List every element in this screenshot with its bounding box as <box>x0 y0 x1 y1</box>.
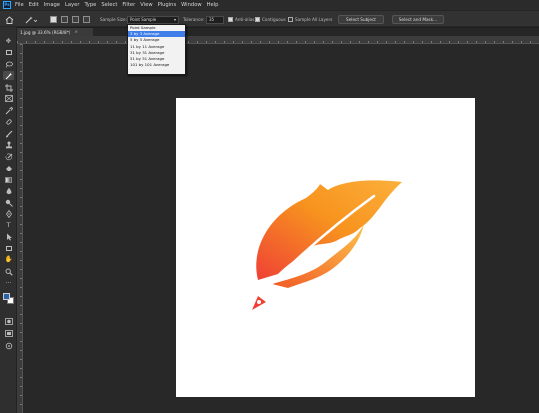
select-subject-label: Select Subject <box>346 17 376 22</box>
screen-mode-icon[interactable] <box>3 329 14 338</box>
frame-tool-icon[interactable] <box>3 94 14 103</box>
zoom-tool-icon[interactable] <box>3 267 14 276</box>
contiguous-checkbox[interactable]: Contiguous <box>255 11 286 28</box>
select-and-mask-label: Select and Mask... <box>398 17 438 22</box>
dropdown-option-101x101[interactable]: 101 by 101 Average <box>128 62 185 68</box>
feather-nib-hole <box>257 300 261 304</box>
subtract-from-selection-icon[interactable] <box>72 11 79 28</box>
marquee-tool-icon[interactable] <box>3 48 14 57</box>
menu-image[interactable]: Image <box>44 2 60 8</box>
chevron-down-icon: ▾ <box>173 17 176 22</box>
magic-wand-tool-icon[interactable] <box>3 71 14 80</box>
add-to-selection-icon[interactable] <box>61 11 68 28</box>
sample-all-layers-checkbox[interactable]: Sample All Layers <box>288 11 332 28</box>
crop-tool-icon[interactable] <box>3 83 14 92</box>
menu-help[interactable]: Help <box>207 2 219 8</box>
sample-size-label: Sample Size: <box>100 17 128 22</box>
clone-stamp-tool-icon[interactable] <box>3 140 14 149</box>
path-selection-tool-icon[interactable] <box>3 232 14 241</box>
document-tab[interactable]: 1.jpg @ 33.6% (RGB/8*) × <box>17 28 93 36</box>
horizontal-ruler[interactable] <box>17 36 539 44</box>
menu-select[interactable]: Select <box>101 2 117 8</box>
lasso-tool-icon[interactable] <box>3 60 14 69</box>
checkbox-checked-icon <box>255 17 260 22</box>
select-subject-button[interactable]: Select Subject <box>338 15 384 24</box>
tolerance-label: Tolerance: <box>183 17 205 22</box>
checkbox-unchecked-icon <box>288 17 293 22</box>
blur-tool-icon[interactable] <box>3 186 14 195</box>
hand-tool-icon[interactable]: ✋ <box>3 255 14 264</box>
menu-filter[interactable]: Filter <box>122 2 135 8</box>
menu-view[interactable]: View <box>140 2 152 8</box>
feather-artwork <box>252 180 402 310</box>
document-tab-title: 1.jpg @ 33.6% (RGB/8*) <box>20 29 71 35</box>
dodge-tool-icon[interactable] <box>3 198 14 207</box>
gradient-tool-icon[interactable] <box>3 175 14 184</box>
healing-brush-tool-icon[interactable] <box>3 117 14 126</box>
color-swatches[interactable] <box>3 290 14 306</box>
intersect-selection-icon[interactable] <box>83 11 90 28</box>
magic-wand-preset-icon[interactable] <box>25 11 37 28</box>
photoshop-logo-icon[interactable]: Ps <box>3 1 11 9</box>
foreground-color-swatch[interactable] <box>3 293 10 300</box>
anti-alias-checkbox[interactable]: Anti-alias <box>228 11 254 28</box>
options-bar: Sample Size: Point Sample ▾ Tolerance: 3… <box>0 10 539 27</box>
edit-toolbar-icon[interactable] <box>3 341 14 350</box>
rectangle-tool-icon[interactable] <box>3 244 14 253</box>
eyedropper-tool-icon[interactable] <box>3 106 14 115</box>
history-brush-tool-icon[interactable] <box>3 152 14 161</box>
type-tool-icon[interactable]: T <box>3 221 14 230</box>
more-tools-icon[interactable]: ··· <box>3 279 14 288</box>
menu-file[interactable]: File <box>15 2 24 8</box>
close-icon[interactable]: × <box>74 30 78 35</box>
checkbox-checked-icon <box>228 17 233 22</box>
quick-mask-icon[interactable] <box>3 317 14 326</box>
tolerance-value: 35 <box>209 17 215 22</box>
new-selection-icon[interactable] <box>50 11 57 28</box>
anti-alias-label: Anti-alias <box>235 17 255 22</box>
menu-plugins[interactable]: Plugins <box>158 2 177 8</box>
menu-layer[interactable]: Layer <box>65 2 79 8</box>
home-icon[interactable] <box>5 11 14 28</box>
eraser-tool-icon[interactable] <box>3 163 14 172</box>
contiguous-label: Contiguous <box>262 17 286 22</box>
menu-edit[interactable]: Edit <box>29 2 39 8</box>
menu-bar: Ps File Edit Image Layer Type Select Fil… <box>0 0 539 10</box>
move-tool-icon[interactable]: ✥ <box>3 37 14 46</box>
sample-size-select[interactable]: Point Sample ▾ <box>127 15 179 24</box>
tolerance-input[interactable]: 35 <box>206 15 224 24</box>
pen-tool-icon[interactable] <box>3 209 14 218</box>
sample-size-value: Point Sample <box>130 17 157 22</box>
tools-panel: ✥ T ✋ ··· <box>0 27 17 413</box>
document-tab-bar: 1.jpg @ 33.6% (RGB/8*) × <box>17 28 539 36</box>
sample-all-layers-label: Sample All Layers <box>295 17 333 22</box>
brush-tool-icon[interactable] <box>3 129 14 138</box>
select-and-mask-button[interactable]: Select and Mask... <box>392 15 444 24</box>
sample-size-dropdown: Point Sample 3 by 3 Average 5 by 5 Avera… <box>127 24 186 75</box>
menu-type[interactable]: Type <box>84 2 96 8</box>
menu-window[interactable]: Window <box>181 2 201 8</box>
